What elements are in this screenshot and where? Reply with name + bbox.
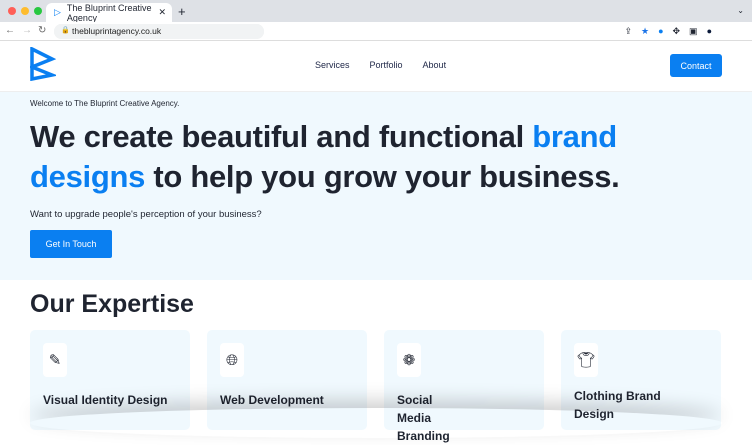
contact-button[interactable]: Contact bbox=[670, 54, 722, 77]
puzzle-icon[interactable]: ✥ bbox=[673, 26, 681, 37]
close-tab-icon[interactable]: ✕ bbox=[158, 7, 166, 18]
maximize-button[interactable] bbox=[34, 7, 42, 15]
share-icon[interactable]: ⇪ bbox=[624, 26, 632, 37]
forward-icon[interactable]: → bbox=[22, 25, 32, 36]
hero-subtext: Want to upgrade people's perception of y… bbox=[30, 209, 262, 220]
globe-icon: 🌐︎ bbox=[220, 343, 244, 377]
url-input[interactable]: thebluprintagency.co.uk bbox=[72, 26, 161, 36]
hero-headline: We create beautiful and functional brand… bbox=[30, 117, 730, 197]
design-icon: ✎ bbox=[43, 343, 67, 377]
overlay-shadow bbox=[30, 408, 722, 438]
back-icon[interactable]: ← bbox=[5, 25, 15, 36]
close-window-button[interactable] bbox=[8, 7, 16, 15]
reload-icon[interactable]: ↻ bbox=[38, 25, 46, 36]
nav-about[interactable]: About bbox=[423, 60, 447, 70]
lock-icon: 🔒 bbox=[61, 27, 70, 34]
bookmark-star-icon[interactable]: ★ bbox=[641, 26, 649, 37]
expertise-title: Our Expertise bbox=[30, 290, 194, 318]
address-bar-row: ← → ↻ 🔒 thebluprintagency.co.uk ⇪ ★ ● ✥ … bbox=[0, 22, 752, 41]
nav-services[interactable]: Services bbox=[315, 60, 350, 70]
tshirt-icon: 👕︎ bbox=[574, 343, 598, 377]
chevron-down-icon[interactable]: ⌄ bbox=[737, 6, 744, 15]
profile-avatar[interactable]: ● bbox=[707, 26, 712, 37]
headline-part: to help you grow your business. bbox=[145, 159, 620, 194]
tab-title: The Bluprint Creative Agency bbox=[66, 2, 152, 23]
new-tab-button[interactable]: + bbox=[178, 4, 186, 19]
social-icon: ❁ bbox=[397, 343, 421, 377]
card-title: Web Development bbox=[220, 393, 324, 407]
card-title: Visual Identity Design bbox=[43, 393, 168, 407]
welcome-text: Welcome to The Bluprint Creative Agency. bbox=[30, 99, 180, 108]
extension-icon[interactable]: ● bbox=[658, 26, 663, 37]
browser-tabbar: ▷ The Bluprint Creative Agency ✕ + ⌄ bbox=[0, 0, 752, 23]
site-header: Services Portfolio About Contact bbox=[0, 41, 752, 92]
hero-section: Welcome to The Bluprint Creative Agency.… bbox=[0, 92, 752, 280]
headline-part: We create beautiful and functional bbox=[30, 119, 533, 154]
minimize-button[interactable] bbox=[21, 7, 29, 15]
browser-tab[interactable]: ▷ The Bluprint Creative Agency ✕ bbox=[46, 2, 172, 23]
nav-portfolio[interactable]: Portfolio bbox=[370, 60, 403, 70]
get-in-touch-button[interactable]: Get In Touch bbox=[30, 230, 112, 258]
favicon-icon: ▷ bbox=[54, 7, 61, 17]
bluprint-logo[interactable] bbox=[30, 47, 56, 81]
sidebar-icon[interactable]: ▣ bbox=[689, 26, 698, 37]
